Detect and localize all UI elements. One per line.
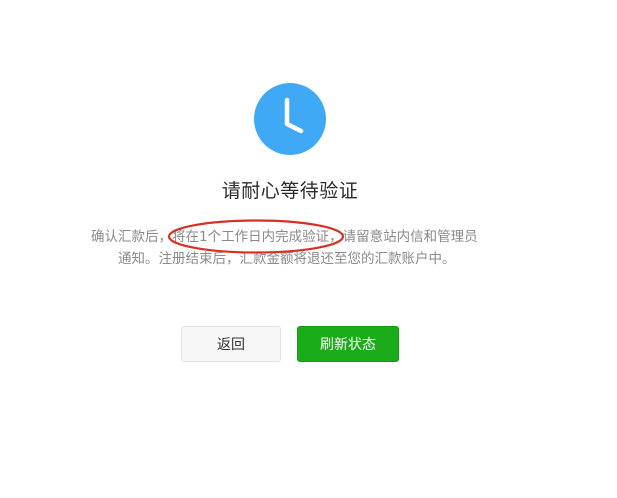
description-highlight: 将在1个工作日内完成验证 bbox=[172, 229, 330, 245]
description-line-2: 通知。注册结束后，汇款金额将退还至您的汇款账户中。 bbox=[118, 251, 456, 267]
description-prefix: 确认汇款后， bbox=[91, 229, 172, 245]
verification-pending-page: 请耐心等待验证 确认汇款后，将在1个工作日内完成验证，请留意站内信和管理员 通知… bbox=[0, 0, 617, 498]
description-line-1: 确认汇款后，将在1个工作日内完成验证，请留意站内信和管理员 bbox=[91, 227, 478, 247]
refresh-status-button[interactable]: 刷新状态 bbox=[297, 326, 399, 362]
back-button[interactable]: 返回 bbox=[181, 326, 281, 362]
description-suffix: ，请留意站内信和管理员 bbox=[329, 229, 478, 245]
clock-icon bbox=[254, 83, 326, 155]
page-title: 请耐心等待验证 bbox=[221, 180, 359, 202]
